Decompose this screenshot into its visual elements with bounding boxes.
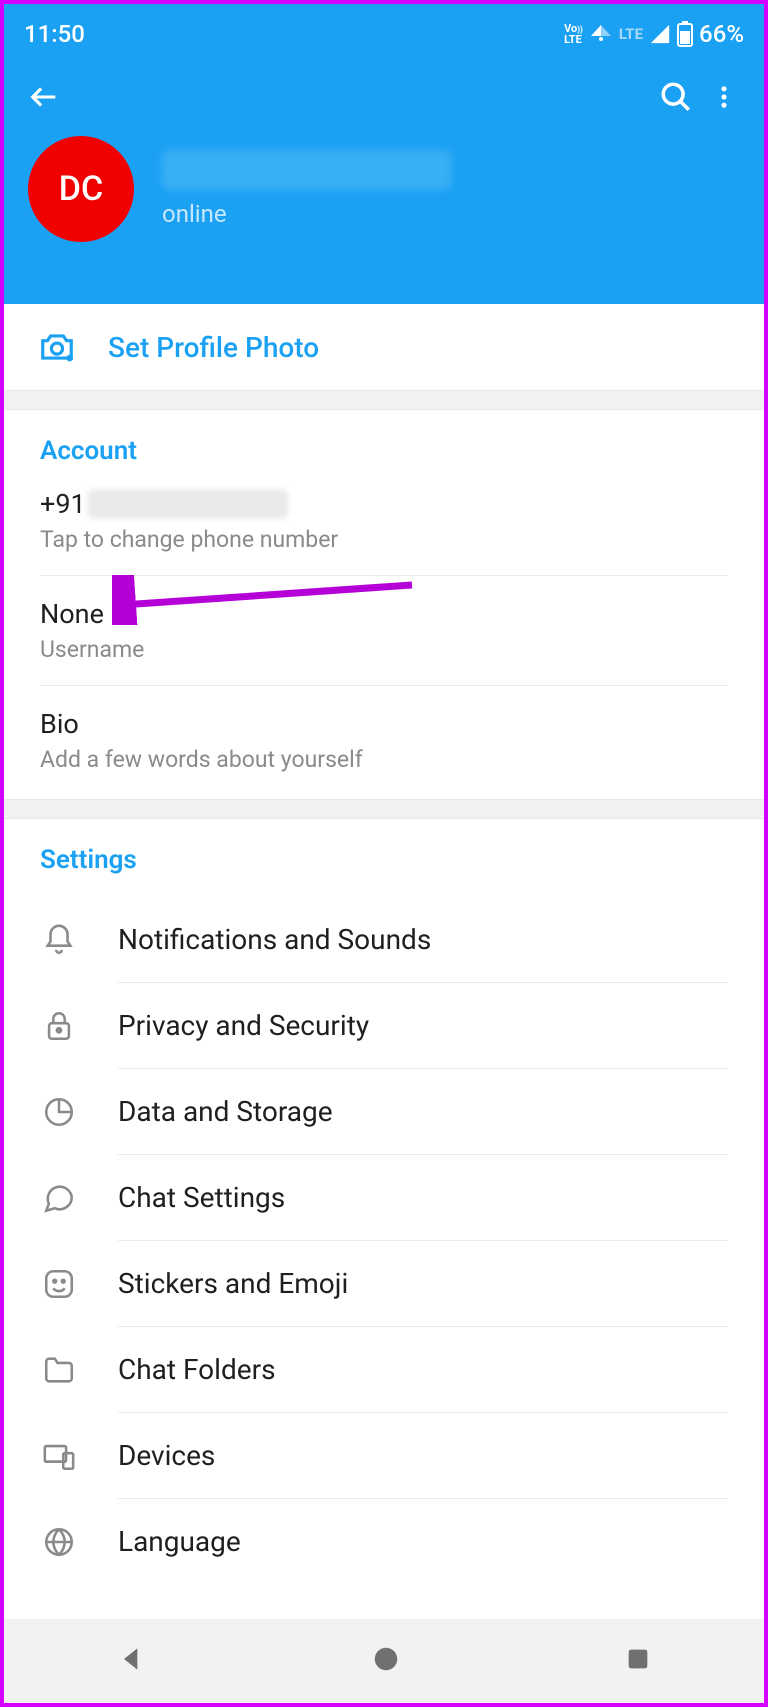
- lock-icon: [40, 1007, 78, 1045]
- username-sub: Username: [40, 636, 728, 663]
- lte-text: LTE: [619, 25, 643, 43]
- settings-title: Settings: [40, 845, 728, 875]
- status-bar: 11:50 Vo))LTE LTE 66%: [4, 4, 764, 56]
- sticker-icon: [40, 1265, 78, 1303]
- battery-text: 66%: [699, 20, 744, 48]
- devices-icon: [40, 1437, 78, 1475]
- folder-icon: [40, 1351, 78, 1389]
- signal-icon: [649, 23, 671, 45]
- settings-privacy[interactable]: Privacy and Security: [40, 983, 728, 1068]
- search-button[interactable]: [652, 73, 700, 121]
- section-gap: [4, 390, 764, 410]
- settings-data[interactable]: Data and Storage: [40, 1069, 728, 1154]
- camera-icon: [38, 328, 76, 366]
- toolbar: [4, 56, 764, 126]
- status-right: Vo))LTE LTE 66%: [564, 20, 744, 48]
- bio-item[interactable]: Bio Add a few words about yourself: [40, 685, 728, 795]
- back-button[interactable]: [20, 73, 68, 121]
- settings-devices[interactable]: Devices: [40, 1413, 728, 1498]
- header: 11:50 Vo))LTE LTE 66% DC online: [4, 4, 764, 304]
- profile-name-redacted: [162, 150, 452, 190]
- wifi-icon: [589, 22, 613, 46]
- battery-icon: [677, 21, 693, 47]
- more-button[interactable]: [700, 73, 748, 121]
- pie-icon: [40, 1093, 78, 1131]
- globe-icon: [40, 1523, 78, 1561]
- settings-section: Settings Notifications and Sounds Privac…: [4, 819, 764, 1588]
- avatar[interactable]: DC: [28, 136, 134, 242]
- settings-language[interactable]: Language: [40, 1499, 728, 1584]
- section-gap: [4, 799, 764, 819]
- username-value: None: [40, 598, 728, 630]
- account-title: Account: [40, 436, 728, 466]
- settings-folders[interactable]: Chat Folders: [40, 1327, 728, 1412]
- status-time: 11:50: [24, 20, 85, 48]
- android-nav-bar: [4, 1619, 764, 1703]
- profile-row: DC online: [4, 126, 764, 252]
- bell-icon: [40, 921, 78, 959]
- settings-chat[interactable]: Chat Settings: [40, 1155, 728, 1240]
- chat-icon: [40, 1179, 78, 1217]
- settings-notifications[interactable]: Notifications and Sounds: [40, 897, 728, 982]
- username-item[interactable]: None Username: [40, 575, 728, 685]
- profile-status: online: [162, 200, 452, 228]
- phone-sub: Tap to change phone number: [40, 526, 728, 553]
- bio-value: Bio: [40, 708, 728, 740]
- set-photo-label: Set Profile Photo: [108, 331, 319, 364]
- nav-back[interactable]: [116, 1643, 148, 1679]
- bio-sub: Add a few words about yourself: [40, 746, 728, 773]
- phone-value: +91: [40, 488, 728, 520]
- phone-item[interactable]: +91 Tap to change phone number: [40, 488, 728, 575]
- nav-recent[interactable]: [624, 1645, 652, 1677]
- nav-home[interactable]: [371, 1644, 401, 1678]
- volte-icon: Vo))LTE: [564, 24, 583, 45]
- settings-stickers[interactable]: Stickers and Emoji: [40, 1241, 728, 1326]
- phone-redacted: [88, 489, 288, 519]
- set-profile-photo[interactable]: Set Profile Photo: [4, 304, 764, 390]
- account-section: Account +91 Tap to change phone number N…: [4, 410, 764, 799]
